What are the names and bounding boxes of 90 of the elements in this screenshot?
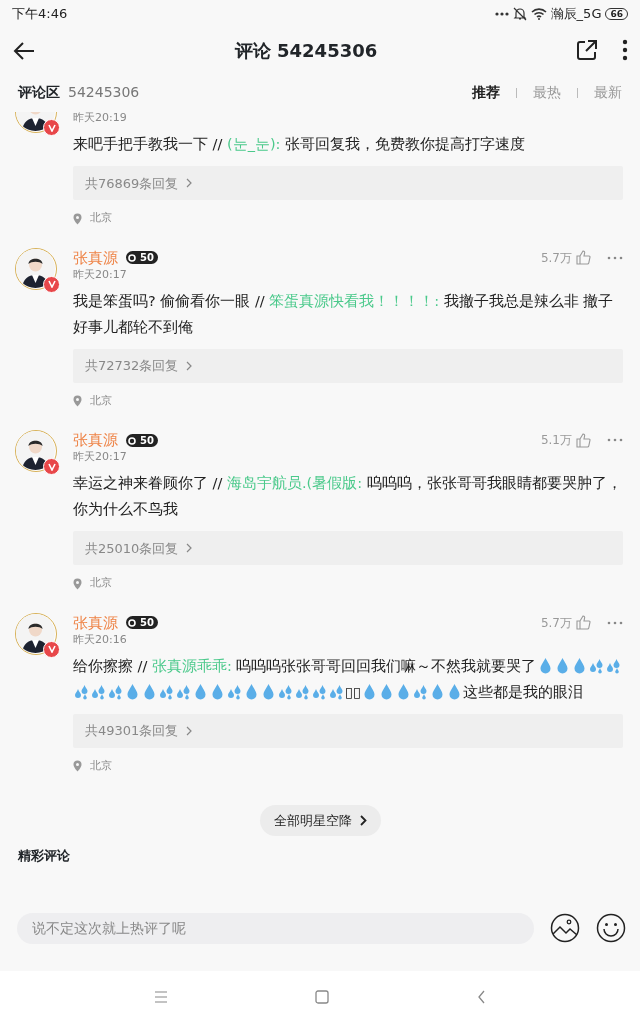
replies-link[interactable]: 共76869条回复	[73, 166, 623, 201]
like-button[interactable]: 5.7万	[540, 613, 591, 632]
comment-count: 54245306	[68, 83, 140, 103]
back-icon[interactable]	[477, 990, 487, 1005]
chevron-icon	[186, 178, 193, 189]
sort-tab[interactable]: 推荐	[472, 82, 500, 104]
page-title: 评论 54245306	[234, 38, 378, 63]
splash-drops-icon	[159, 682, 174, 700]
more-options-icon[interactable]	[607, 620, 623, 625]
replies-link[interactable]: 共25010条回复	[73, 531, 623, 566]
replies-link[interactable]: 共72732条回复	[73, 348, 623, 383]
splash-drops-icon	[588, 656, 604, 674]
image-icon[interactable]	[550, 913, 580, 944]
droplet-icon	[210, 682, 225, 700]
location-pin-icon	[73, 212, 82, 225]
droplet-icon	[571, 656, 587, 674]
location-pin-icon	[73, 577, 82, 590]
like-button[interactable]: 5.1万	[540, 431, 591, 450]
network-name: 瀚辰_5G	[550, 5, 602, 24]
droplet-icon	[446, 682, 462, 700]
splash-drops-icon	[329, 682, 344, 700]
share-icon[interactable]	[576, 39, 598, 62]
like-button[interactable]: 5.7万	[540, 248, 591, 267]
chevron-icon	[359, 815, 367, 827]
droplet-icon	[378, 682, 394, 700]
more-notifications-icon	[494, 11, 509, 16]
chevron-icon	[186, 360, 193, 371]
droplet-icon	[261, 682, 276, 700]
location-text: 北京	[90, 392, 112, 409]
location-pin-icon	[73, 395, 82, 408]
more-options-icon[interactable]	[607, 438, 623, 443]
location-text: 北京	[90, 757, 112, 774]
splash-drops-icon	[74, 682, 89, 700]
droplet-icon	[537, 656, 553, 674]
chevron-icon	[186, 543, 193, 554]
location-text: 北京	[90, 575, 112, 592]
all-stars-button[interactable]: 全部明星空降	[259, 804, 381, 837]
comment-text: 我是笨蛋吗? 偷偷看你一眼 // 笨蛋真源快看我！！！！: 我撤子我总是辣么非 撤子好事儿都轮不到俺	[73, 291, 615, 337]
level-badge: 50	[126, 616, 158, 630]
splash-drops-icon	[91, 682, 106, 700]
more-options-icon[interactable]	[607, 255, 623, 260]
comment-text: 给你擦擦 // 张真源乖乖: 呜呜呜张张哥哥回回我们嘛～不然我就要哭了 ▯▯ 这些都是我的眼泪	[73, 652, 623, 705]
droplet-icon	[125, 682, 140, 700]
thumbs-up-icon	[576, 615, 591, 631]
droplet-icon	[361, 682, 377, 700]
level-badge: 50	[126, 251, 158, 265]
thumbs-up-icon	[576, 432, 591, 448]
avatar[interactable]	[15, 247, 57, 290]
section-heading: 精彩评论	[17, 847, 71, 866]
replies-link[interactable]: 共49301条回复	[73, 713, 623, 748]
splash-drops-icon	[605, 656, 621, 674]
sort-tab[interactable]: 最热	[533, 82, 561, 104]
comment-time: 昨天20:17	[73, 450, 128, 465]
droplet-icon	[142, 682, 157, 700]
splash-drops-icon	[312, 682, 327, 700]
splash-drops-icon	[412, 682, 428, 700]
location-pin-icon	[73, 760, 82, 773]
more-icon[interactable]	[622, 39, 628, 62]
user-name[interactable]: 张真源	[73, 247, 118, 268]
comment-text: 来吧手把手教我一下 // (눈_눈): 张哥回复我，免费教你提高打字速度	[73, 135, 527, 155]
comment-input[interactable]: 说不定这次就上热评了呢	[17, 912, 534, 944]
comment-time: 昨天20:16	[73, 632, 128, 647]
user-name[interactable]: 张真源	[73, 430, 118, 451]
splash-drops-icon	[278, 682, 293, 700]
home-icon[interactable]	[315, 990, 330, 1005]
emoji-icon[interactable]	[596, 913, 626, 944]
droplet-icon	[395, 682, 411, 700]
wifi-icon	[530, 7, 547, 20]
thumbs-up-icon	[576, 250, 591, 266]
status-time: 下午4:46	[12, 5, 68, 24]
muted-bell-icon	[512, 6, 527, 21]
droplet-icon	[193, 682, 208, 700]
droplet-icon	[429, 682, 445, 700]
level-badge: 50	[126, 433, 158, 447]
avatar[interactable]	[15, 430, 57, 473]
splash-drops-icon	[176, 682, 191, 700]
sort-tab[interactable]: 最新	[594, 82, 622, 104]
avatar[interactable]	[15, 612, 57, 655]
user-name[interactable]: 张真源	[73, 612, 118, 633]
comment-time: 昨天20:17	[73, 267, 128, 282]
droplet-icon	[244, 682, 259, 700]
splash-drops-icon	[108, 682, 123, 700]
splash-drops-icon	[295, 682, 310, 700]
comment-time: 昨天20:19	[73, 112, 128, 126]
droplet-icon	[554, 656, 570, 674]
splash-drops-icon	[227, 682, 242, 700]
chevron-icon	[186, 725, 193, 736]
location-text: 北京	[90, 210, 112, 227]
comment-text: 幸运之神来眷顾你了 // 海岛宇航员.(暑假版: 呜呜呜，张张哥哥我眼睛都要哭肿了，你为什么不鸟我	[73, 474, 623, 520]
section-label: 评论区	[18, 83, 60, 103]
